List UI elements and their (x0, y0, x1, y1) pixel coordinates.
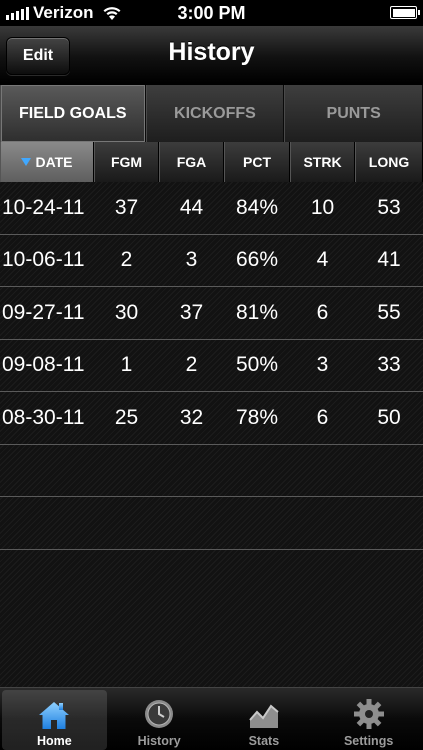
column-header-pct[interactable]: PCT (224, 142, 290, 182)
tab-settings[interactable]: Settings (316, 690, 421, 750)
column-header-strk[interactable]: STRK (290, 142, 355, 182)
tab-label: History (137, 734, 181, 748)
cell-long: 53 (377, 195, 401, 219)
cell-strk: 6 (316, 405, 329, 429)
tab-history[interactable]: History (107, 690, 212, 750)
empty-row (0, 497, 423, 550)
cell-fga: 3 (185, 248, 198, 272)
cell-pct: 84% (235, 195, 279, 219)
table-row[interactable]: 09-08-11 1 2 50% 3 33 (0, 340, 423, 392)
cell-fgm: 37 (114, 195, 139, 219)
cell-fgm: 30 (114, 300, 139, 324)
navigation-bar: Edit History (0, 26, 423, 84)
table-row[interactable]: 08-30-11 25 32 78% 6 50 (0, 392, 423, 445)
cell-pct: 81% (235, 300, 279, 324)
home-icon (39, 702, 70, 729)
cell-strk: 6 (316, 300, 329, 324)
column-header-long[interactable]: LONG (355, 142, 423, 182)
clock-icon (145, 700, 174, 728)
table-row[interactable]: 10-24-11 37 44 84% 10 53 (0, 182, 423, 235)
cell-fgm: 1 (120, 353, 133, 377)
battery-icon (390, 6, 420, 19)
signal-strength-icon (6, 6, 29, 20)
sort-descending-icon (21, 158, 32, 166)
cell-date: 09-27-11 (2, 300, 85, 324)
cell-long: 55 (377, 300, 401, 324)
cell-date: 10-24-11 (2, 195, 85, 219)
cell-date: 10-06-11 (2, 248, 85, 272)
gear-icon (353, 699, 384, 729)
cell-long: 50 (377, 405, 401, 429)
tab-label: Home (37, 734, 72, 748)
history-table: 10-24-11 37 44 84% 10 53 10-06-11 2 3 66… (0, 182, 423, 687)
segment-punts[interactable]: PUNTS (284, 85, 423, 142)
cell-fga: 37 (179, 300, 204, 324)
column-header-fga[interactable]: FGA (159, 142, 224, 182)
table-row[interactable]: 09-27-11 30 37 81% 6 55 (0, 287, 423, 340)
cell-pct: 50% (235, 353, 279, 377)
carrier-name: Verizon (33, 3, 94, 22)
cell-date: 09-08-11 (2, 353, 85, 377)
table-row[interactable]: 10-06-11 2 3 66% 4 41 (0, 235, 423, 287)
table-header: DATE FGM FGA PCT STRK LONG (0, 142, 423, 182)
cell-long: 41 (377, 248, 401, 272)
wifi-icon (103, 7, 121, 20)
tab-label: Stats (248, 734, 280, 748)
tab-bar: Home History Stats Settings (0, 687, 423, 750)
column-header-date[interactable]: DATE (0, 142, 94, 182)
column-header-label: DATE (35, 154, 73, 170)
cell-strk: 3 (316, 353, 329, 377)
cell-date: 08-30-11 (2, 405, 85, 429)
tab-label: Settings (343, 734, 394, 748)
category-segmented-control: FIELD GOALS KICKOFFS PUNTS (0, 85, 423, 142)
cell-long: 33 (377, 353, 401, 377)
tab-stats[interactable]: Stats (212, 690, 317, 750)
cell-fgm: 25 (114, 405, 139, 429)
cell-fgm: 2 (120, 248, 133, 272)
cell-fga: 2 (185, 353, 198, 377)
cell-strk: 4 (316, 248, 329, 272)
column-header-fgm[interactable]: FGM (94, 142, 159, 182)
status-bar: Verizon 3:00 PM (0, 0, 423, 26)
tab-home[interactable]: Home (2, 690, 107, 750)
cell-strk: 10 (310, 195, 335, 219)
cell-fga: 32 (179, 405, 204, 429)
empty-row (0, 445, 423, 497)
cell-pct: 66% (235, 248, 279, 272)
chart-icon (249, 704, 279, 728)
cell-pct: 78% (235, 405, 279, 429)
cell-fga: 44 (179, 195, 204, 219)
segment-field-goals[interactable]: FIELD GOALS (0, 85, 146, 142)
segment-kickoffs[interactable]: KICKOFFS (145, 85, 285, 142)
edit-button[interactable]: Edit (6, 37, 70, 75)
